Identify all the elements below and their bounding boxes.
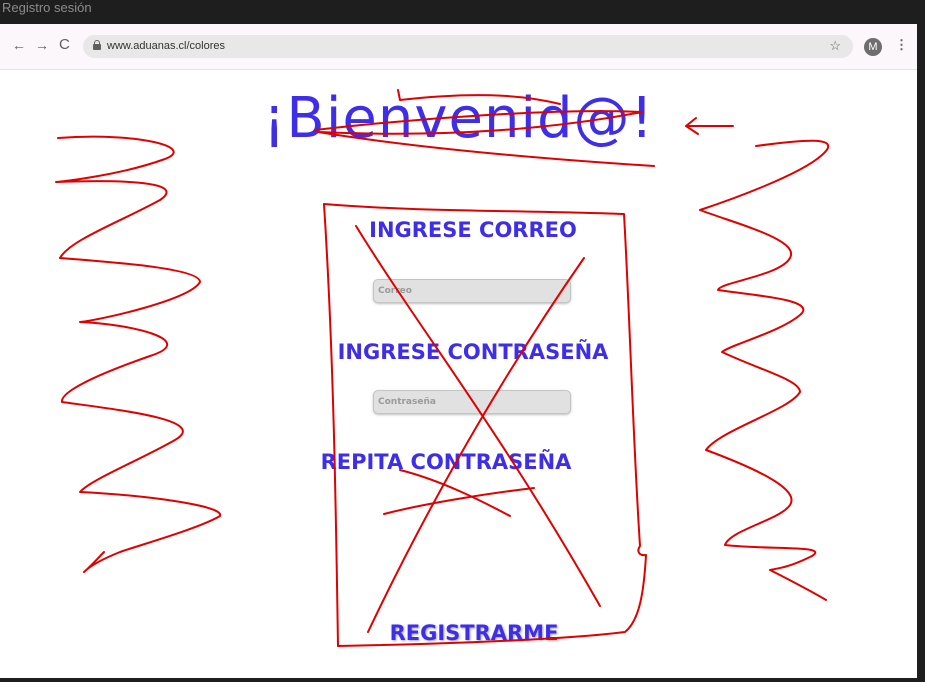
reload-icon[interactable]: C — [59, 36, 70, 53]
window-bottom-edge — [0, 678, 925, 682]
password-label: INGRESE CONTRASEÑA — [337, 340, 609, 364]
password-field[interactable] — [373, 390, 571, 414]
browser-window: ← → C www.aduanas.cl/colores ☆ M ⋮ ¡Bien… — [0, 24, 917, 678]
profile-avatar[interactable]: M — [864, 38, 882, 56]
browser-menu-icon[interactable]: ⋮ — [895, 37, 908, 53]
page-title: ¡Bienvenid@! — [262, 86, 654, 151]
address-bar[interactable]: www.aduanas.cl/colores ☆ — [83, 35, 853, 58]
forward-arrow-icon[interactable]: → — [35, 37, 49, 53]
bookmark-star-icon[interactable]: ☆ — [829, 38, 841, 54]
email-field[interactable] — [373, 279, 571, 303]
back-arrow-icon[interactable]: ← — [12, 37, 26, 53]
email-label: INGRESE CORREO — [369, 218, 577, 242]
register-button[interactable]: REGISTRARME — [386, 618, 562, 648]
browser-toolbar: ← → C www.aduanas.cl/colores ☆ M ⋮ — [0, 24, 917, 70]
repeat-password-label: REPITA CONTRASEÑA — [320, 450, 572, 474]
lock-icon — [93, 40, 101, 50]
address-url: www.aduanas.cl/colores — [107, 40, 226, 52]
window-title: Registro sesión — [0, 0, 925, 24]
page-content: ¡Bienvenid@! INGRESE CORREO INGRESE CONT… — [0, 70, 917, 678]
